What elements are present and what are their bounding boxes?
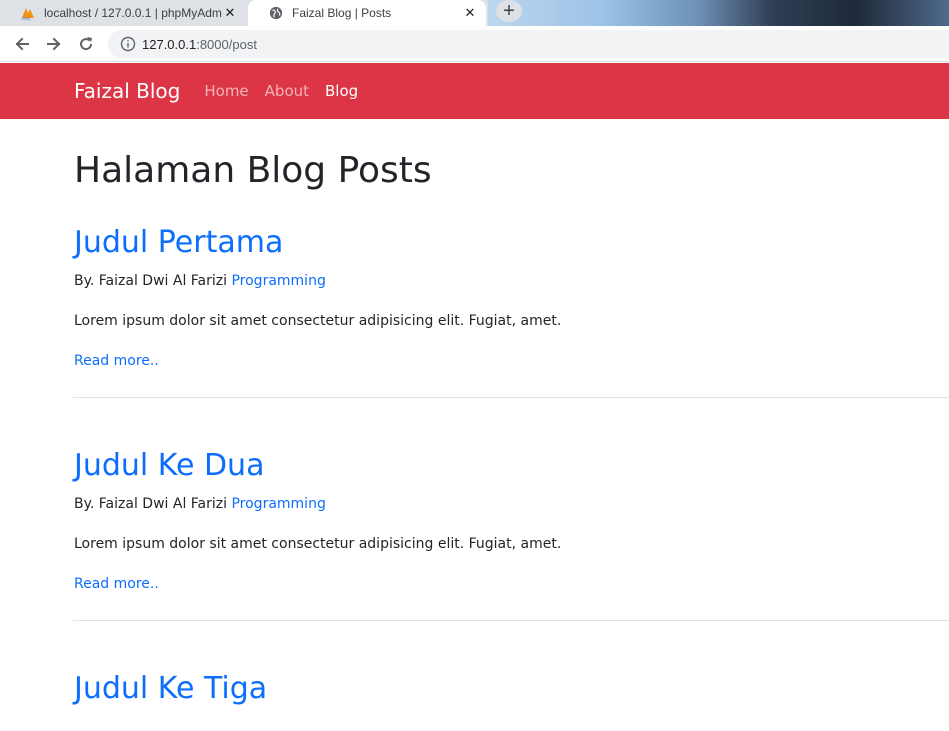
post-title-link[interactable]: Judul Ke Tiga (74, 671, 949, 707)
reload-icon (80, 36, 93, 50)
post-title-link[interactable]: Judul Pertama (74, 225, 949, 261)
phpmyadmin-icon: PMA (20, 5, 36, 21)
post-meta: By. Faizal Dwi Al Farizi Programming (74, 494, 949, 514)
arrow-left-icon (15, 37, 29, 50)
address-path: :8000/post (196, 36, 257, 52)
post-article: Judul Ke Tiga (73, 671, 949, 707)
post-article: Judul Pertama By. Faizal Dwi Al Farizi P… (73, 225, 949, 398)
page-title: Halaman Blog Posts (74, 150, 432, 191)
globe-icon (268, 5, 284, 21)
nav-link-about[interactable]: About (265, 82, 309, 100)
tab-title: localhost / 127.0.0.1 | phpMyAdmin (44, 6, 222, 20)
info-icon[interactable] (120, 36, 136, 52)
read-more-link[interactable]: Read more.. (74, 351, 949, 371)
tab-strip: PMA localhost / 127.0.0.1 | phpMyAdmin ✕… (0, 0, 949, 26)
address-bar[interactable]: 127.0.0.1:8000/post (108, 30, 949, 58)
site-navbar: Faizal Blog Home About Blog (0, 63, 949, 119)
address-url[interactable]: 127.0.0.1:8000/post (142, 37, 257, 52)
post-author: By. Faizal Dwi Al Farizi (74, 496, 228, 512)
nav-link-home[interactable]: Home (204, 82, 248, 100)
post-category-link[interactable]: Programming (231, 496, 325, 512)
read-more-link[interactable]: Read more.. (74, 574, 949, 594)
new-tab-button[interactable]: + (496, 0, 522, 22)
tab-phpmyadmin[interactable]: PMA localhost / 127.0.0.1 | phpMyAdmin ✕ (0, 0, 246, 26)
post-title-link[interactable]: Judul Ke Dua (74, 448, 949, 484)
main-content: Halaman Blog Posts Judul Pertama By. Fai… (73, 119, 949, 707)
post-author: By. Faizal Dwi Al Farizi (74, 273, 228, 289)
svg-text:PMA: PMA (22, 17, 31, 22)
arrow-right-icon (47, 37, 61, 50)
tab-title: Faizal Blog | Posts (292, 6, 392, 20)
reload-button[interactable] (70, 28, 102, 60)
post-article: Judul Ke Dua By. Faizal Dwi Al Farizi Pr… (73, 448, 949, 621)
close-icon[interactable]: ✕ (222, 5, 238, 21)
post-excerpt: Lorem ipsum dolor sit amet consectetur a… (74, 313, 562, 329)
address-host: 127.0.0.1 (142, 36, 197, 52)
nav-link-blog[interactable]: Blog (325, 82, 358, 100)
tab-faizal-blog[interactable]: Faizal Blog | Posts ✕ (248, 0, 486, 26)
forward-button[interactable] (38, 28, 70, 60)
navbar-brand[interactable]: Faizal Blog (74, 79, 180, 103)
post-category-link[interactable]: Programming (231, 273, 325, 289)
close-icon[interactable]: ✕ (462, 5, 478, 21)
browser-toolbar: 127.0.0.1:8000/post (0, 26, 949, 62)
post-meta: By. Faizal Dwi Al Farizi Programming (74, 271, 949, 291)
post-excerpt: Lorem ipsum dolor sit amet consectetur a… (74, 536, 562, 552)
back-button[interactable] (6, 28, 38, 60)
desktop-background (488, 0, 949, 26)
